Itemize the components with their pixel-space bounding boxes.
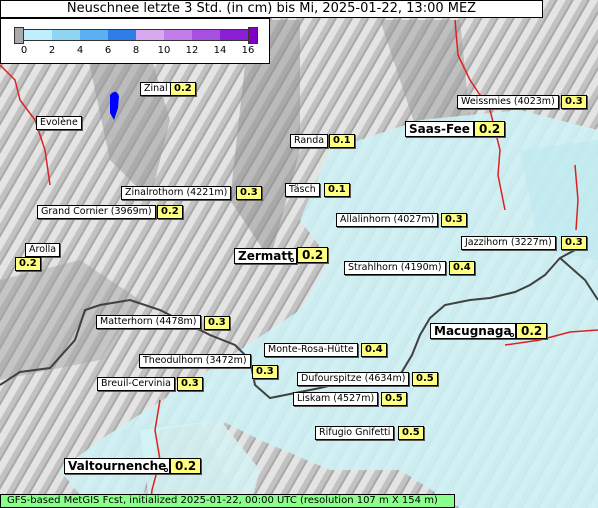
place-label-valtournenche: Valtournenche — [64, 458, 171, 474]
value-badge-saas-fee: 0.2 — [474, 121, 506, 137]
legend-tick: 8 — [132, 45, 140, 56]
value-badge-randa: 0.1 — [329, 134, 355, 148]
place-label-zinal: Zinal — [140, 82, 172, 96]
value-badge-liskam: 0.5 — [381, 392, 407, 406]
legend-tick: 6 — [104, 45, 112, 56]
place-label-matterhorn: Matterhorn (4478m) — [96, 315, 201, 329]
legend-tick: 4 — [76, 45, 84, 56]
value-badge-tasch: 0.1 — [324, 183, 350, 197]
place-label-arolla: Arolla — [25, 243, 61, 257]
value-badge-jazzihorn: 0.3 — [561, 236, 587, 250]
legend-tick: 14 — [213, 45, 227, 56]
place-label-breuil-cervinia: Breuil-Cervinia — [97, 377, 175, 391]
legend-swatch — [136, 29, 164, 41]
place-label-grand-cornier: Grand Cornier (3969m) — [37, 205, 156, 219]
legend-swatch — [192, 29, 220, 41]
value-badge-grand-cornier: 0.2 — [157, 205, 183, 219]
value-badge-rifugio-gnifetti: 0.5 — [398, 426, 424, 440]
value-badge-breuil-cervinia: 0.3 — [177, 377, 203, 391]
value-badge-dufourspitze: 0.5 — [412, 372, 438, 386]
legend-tick: 12 — [185, 45, 199, 56]
value-badge-weissmies: 0.3 — [561, 95, 587, 109]
legend-tick: 0 — [20, 45, 28, 56]
value-badge-valtournenche: 0.2 — [170, 458, 202, 474]
town-marker-macugnaga — [510, 333, 514, 337]
place-label-jazzihorn: Jazzihorn (3227m) — [461, 236, 556, 250]
value-badge-zermatt: 0.2 — [297, 247, 329, 263]
legend-swatch — [80, 29, 108, 41]
place-label-monte-rosa-huette: Monte-Rosa-Hütte — [264, 343, 358, 357]
place-label-zinalrothorn: Zinalrothorn (4221m) — [121, 186, 232, 200]
legend-tick: 2 — [48, 45, 56, 56]
value-badge-arolla: 0.2 — [15, 257, 41, 271]
town-marker-zermatt — [290, 258, 294, 262]
place-label-evolene: Evolène — [36, 116, 82, 130]
value-badge-zinal: 0.2 — [170, 82, 196, 96]
map-title: Neuschnee letzte 3 Std. (in cm) bis Mi, … — [0, 0, 543, 18]
place-label-weissmies: Weissmies (4023m) — [457, 95, 559, 109]
value-badge-matterhorn: 0.3 — [204, 316, 230, 330]
value-badge-zinalrothorn: 0.3 — [236, 186, 262, 200]
place-label-dufourspitze: Dufourspitze (4634m) — [297, 372, 410, 386]
place-label-liskam: Liskam (4527m) — [293, 392, 379, 406]
legend-tick: 16 — [241, 45, 255, 56]
value-badge-monte-rosa-huette: 0.4 — [361, 343, 387, 357]
town-marker-valtournenche — [164, 468, 168, 472]
model-info-footer: GFS-based MetGIS Fcst, initialized 2025-… — [0, 494, 455, 508]
place-label-allalinhorn: Allalinhorn (4027m) — [336, 213, 439, 227]
legend-swatch — [52, 29, 80, 41]
value-badge-strahlhorn: 0.4 — [449, 261, 475, 275]
legend-swatch — [24, 29, 52, 41]
legend-swatch — [108, 29, 136, 41]
color-legend: 0 2 4 6 8 10 12 14 16 — [0, 18, 270, 64]
legend-swatch — [164, 29, 192, 41]
place-label-rifugio-gnifetti: Rifugio Gnifetti — [315, 426, 395, 440]
place-label-saas-fee: Saas-Fee — [405, 121, 474, 137]
place-label-zermatt: Zermatt — [234, 248, 297, 264]
legend-tick: 10 — [157, 45, 171, 56]
place-label-randa: Randa — [290, 134, 329, 148]
place-label-tasch: Täsch — [285, 183, 320, 197]
legend-below-swatch — [14, 27, 24, 44]
value-badge-allalinhorn: 0.3 — [441, 213, 467, 227]
place-label-theodulhorn: Theodulhorn (3472m) — [139, 354, 251, 368]
place-label-strahlhorn: Strahlhorn (4190m) — [344, 261, 446, 275]
legend-swatch — [220, 29, 248, 41]
value-badge-macugnaga: 0.2 — [516, 323, 548, 339]
legend-above-swatch — [248, 27, 258, 44]
value-badge-theodulhorn: 0.3 — [252, 365, 278, 379]
place-label-macugnaga: Macugnaga — [430, 323, 516, 339]
